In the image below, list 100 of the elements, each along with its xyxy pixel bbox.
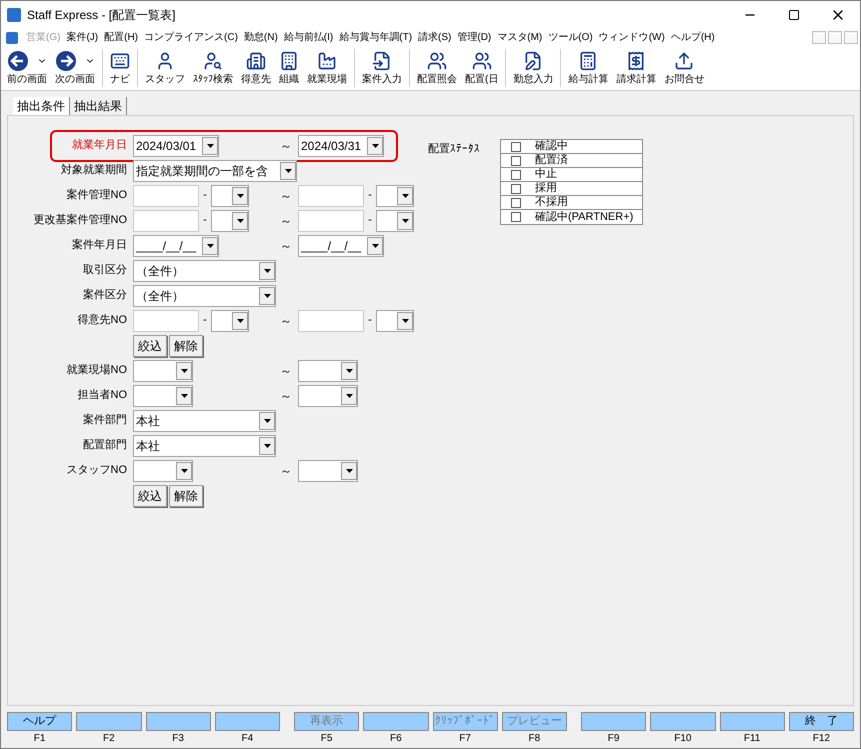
range-separator: ～	[279, 462, 293, 480]
filter-button[interactable]: 解除	[169, 484, 203, 506]
range-separator: ～	[279, 312, 293, 330]
calculator-icon	[578, 51, 598, 71]
checkbox[interactable]	[511, 184, 521, 194]
function-key-button[interactable]	[363, 712, 428, 731]
checkbox[interactable]	[511, 198, 521, 208]
range-separator: ～	[279, 138, 293, 154]
filter-button[interactable]: 解除	[169, 334, 203, 356]
combo-box[interactable]	[376, 310, 414, 332]
checkbox[interactable]	[511, 212, 521, 222]
menu-item[interactable]: マスタ(M)	[494, 30, 546, 45]
text-field[interactable]	[298, 184, 364, 206]
menu-item[interactable]: 案件(J)	[63, 30, 102, 45]
toolbar-button[interactable]: 配置照会	[413, 49, 461, 90]
toolbar-button[interactable]: 案件入力	[358, 49, 406, 90]
combo-box[interactable]: 指定就業期間の一部を含	[133, 160, 297, 182]
status-option[interactable]: 配置済	[501, 154, 642, 168]
toolbar-button[interactable]: お問合せ	[660, 49, 708, 90]
text-field[interactable]	[298, 210, 364, 232]
key-label: F12	[812, 732, 830, 746]
status-option[interactable]: 不採用	[501, 196, 642, 210]
status-option[interactable]: 中止	[501, 168, 642, 182]
combo-box[interactable]: 2024/03/31	[298, 134, 384, 156]
toolbar-button[interactable]: 就業現場	[303, 49, 351, 90]
combo-box[interactable]: 本社	[133, 434, 276, 456]
field-label: スタッフNO	[66, 463, 128, 478]
combo-box[interactable]	[133, 384, 193, 406]
toolbar-button[interactable]: スタッフ	[141, 49, 189, 90]
upload-icon	[674, 51, 694, 71]
filter-button[interactable]: 絞込	[133, 334, 167, 356]
function-key-button[interactable]: 終 了	[788, 712, 854, 731]
text-field[interactable]	[133, 210, 199, 232]
combo-box[interactable]	[376, 184, 414, 206]
combo-box[interactable]	[376, 210, 414, 232]
function-key-button[interactable]	[650, 712, 716, 731]
people-icon	[427, 51, 447, 71]
combo-box[interactable]	[133, 460, 193, 482]
checkbox[interactable]	[511, 170, 521, 180]
toolbar-button[interactable]: 組織	[275, 49, 303, 90]
keyboard-icon	[110, 51, 130, 71]
toolbar-button[interactable]: 前の画面	[3, 49, 51, 90]
function-key-button[interactable]	[214, 712, 280, 731]
maximize-icon	[788, 9, 800, 21]
function-key-button[interactable]	[720, 712, 785, 731]
function-key-button[interactable]	[581, 712, 646, 731]
combo-box[interactable]	[298, 460, 358, 482]
status-option[interactable]: 採用	[501, 182, 642, 196]
toolbar-button[interactable]: 請求計算	[612, 49, 660, 90]
caret-icon	[206, 144, 214, 148]
key-label: F2	[103, 732, 115, 746]
menu-item[interactable]: ウィンドウ(W)	[596, 30, 668, 45]
text-field[interactable]	[298, 310, 364, 332]
menu-item[interactable]: 請求(S)	[415, 30, 454, 45]
key-label: F3	[172, 732, 184, 746]
combo-box[interactable]: （全件）	[133, 284, 276, 306]
menu-item[interactable]: 配置(H)	[101, 30, 142, 45]
menu-item[interactable]: 勤怠(N)	[240, 30, 281, 45]
menu-item[interactable]: コンプライアンス(C)	[141, 30, 241, 45]
minimize-button[interactable]	[812, 31, 826, 44]
function-key-button[interactable]: ヘルプ	[7, 712, 72, 731]
field-label: 案件年月日	[71, 238, 128, 254]
text-field[interactable]	[133, 310, 199, 332]
text-field[interactable]	[133, 184, 199, 206]
menu-item[interactable]: 給与前払(I)	[280, 30, 336, 45]
tab[interactable]: 抽出条件	[13, 97, 70, 115]
combo-box[interactable]: ____/__/__	[298, 234, 384, 256]
combo-box[interactable]	[298, 360, 358, 382]
combo-box[interactable]	[298, 384, 358, 406]
combo-box[interactable]	[211, 184, 249, 206]
combo-box[interactable]	[211, 310, 249, 332]
toolbar-button[interactable]: ナビ	[106, 49, 134, 90]
app-icon	[7, 8, 21, 22]
menu-item[interactable]: 管理(D)	[454, 30, 494, 45]
function-key-button[interactable]	[76, 712, 142, 731]
field-label: 就業現場NO	[66, 363, 128, 378]
combo-box[interactable]: 2024/03/01	[133, 134, 219, 156]
toolbar-button[interactable]: 得意先	[237, 49, 275, 90]
checkbox[interactable]	[511, 156, 521, 166]
key-label: F6	[390, 732, 402, 746]
combo-box[interactable]	[133, 360, 193, 382]
combo-box[interactable]: 本社	[133, 410, 276, 432]
menu-item[interactable]: 給与賞与年調(T)	[336, 30, 416, 45]
combo-box[interactable]: （全件）	[133, 260, 276, 282]
status-option[interactable]: 確認中	[501, 140, 642, 154]
status-option[interactable]: 確認中(PARTNER+)	[501, 210, 642, 224]
combo-box[interactable]: ____/__/__	[133, 234, 219, 256]
menu-item[interactable]: ツール(O)	[545, 30, 596, 45]
toolbar-button[interactable]: ｽﾀｯﾌ検索	[189, 49, 237, 90]
checkbox[interactable]	[511, 142, 521, 152]
filter-button[interactable]: 絞込	[133, 484, 167, 506]
caret-icon	[264, 294, 270, 298]
function-key-button[interactable]	[146, 712, 211, 731]
menu-item[interactable]: ヘルプ(H)	[668, 30, 718, 45]
toolbar-button[interactable]: 配置(日	[461, 49, 502, 90]
toolbar-button[interactable]: 次の画面	[51, 49, 99, 90]
restore-button[interactable]	[828, 31, 842, 44]
toolbar-button[interactable]: 給与計算	[564, 49, 612, 90]
toolbar-button[interactable]: 勤怠入力	[509, 49, 558, 90]
combo-box[interactable]	[211, 210, 249, 232]
